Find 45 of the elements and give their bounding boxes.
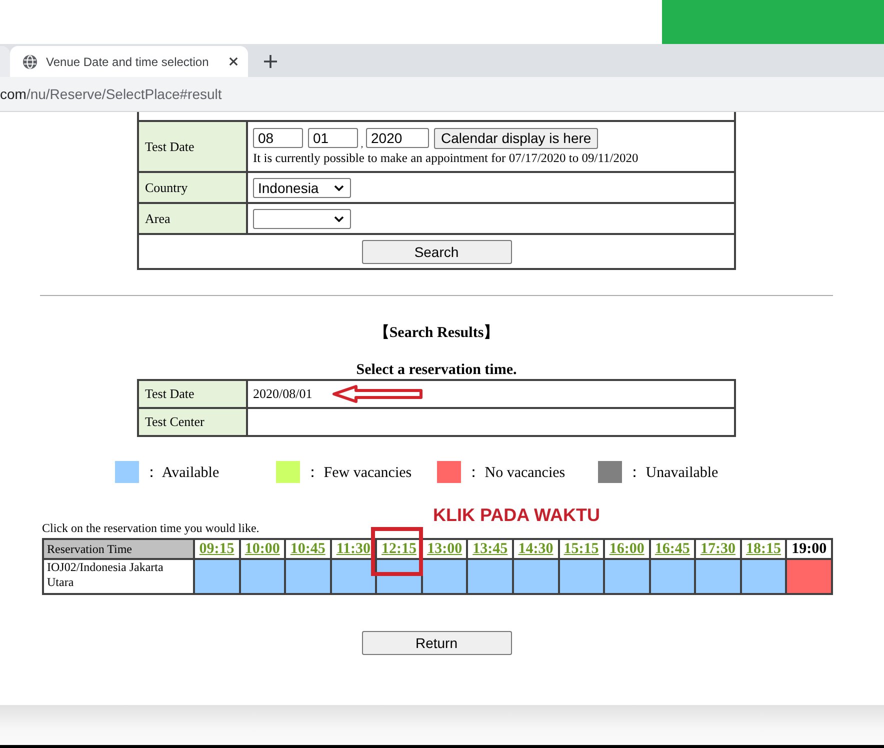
month-field[interactable]: 08	[253, 128, 303, 148]
dropdown-select[interactable]	[253, 208, 351, 228]
slot-cell[interactable]	[695, 559, 741, 594]
chevron-down-icon	[334, 184, 344, 190]
column-header: Reservation Time	[43, 539, 194, 559]
time-label: 19:00	[792, 541, 827, 557]
legend-label: ： Available	[144, 464, 220, 482]
callout-text: KLIK PADA WAKTU	[433, 505, 600, 526]
day-field[interactable]: 01	[308, 128, 358, 148]
close-icon[interactable]	[229, 57, 238, 66]
dropdown-select[interactable]: Indonesia	[253, 178, 351, 198]
field-label: Test Center	[138, 408, 247, 436]
instruction-text: Click on the reservation time you would like.	[42, 521, 260, 535]
date-range-note: It is currently possible to make an appointment for 07/17/2020 to 09/11/2020	[253, 150, 640, 166]
slot-cell[interactable]	[285, 559, 331, 594]
globe-icon	[23, 54, 37, 68]
return-button[interactable]: Return	[362, 631, 512, 655]
results-heading: 【Search Results】	[373, 324, 500, 342]
field-value: 2020/08/01	[253, 386, 312, 401]
chevron-down-icon	[334, 216, 344, 222]
slot-cell[interactable]	[240, 559, 286, 594]
slot-cell[interactable]	[604, 559, 650, 594]
results-subheading: Select a reservation time.	[355, 361, 518, 379]
field-label: Test Date	[138, 121, 247, 172]
field-label: Area	[138, 203, 247, 234]
address-bar[interactable]: com/nu/Reserve/SelectPlace#result	[0, 77, 884, 112]
field-label: Test Date	[138, 380, 247, 408]
slot-cell[interactable]	[512, 559, 558, 594]
field-label: Country	[138, 172, 247, 203]
new-tab-icon[interactable]	[264, 55, 277, 68]
legend-label: ： Unavailable	[627, 464, 718, 482]
browser-tab[interactable]: Venue Date and time selection	[10, 46, 248, 77]
date-separator: ,	[360, 138, 364, 148]
slot-cell[interactable]	[194, 559, 240, 594]
year-field[interactable]: 2020	[366, 128, 429, 148]
legend-label: ： Few vacancies	[305, 464, 412, 482]
calendar-button[interactable]: Calendar display is here	[434, 128, 598, 148]
venue-cell: IOJ02/Indonesia Jakarta Utara	[43, 559, 194, 594]
slot-cell[interactable]	[422, 559, 468, 594]
slot-cell[interactable]	[558, 559, 604, 594]
legend-label: ： No vacancies	[466, 464, 566, 482]
search-button[interactable]: Search	[362, 240, 512, 264]
slot-cell[interactable]	[740, 559, 786, 594]
slot-cell[interactable]	[650, 559, 696, 594]
slot-cell[interactable]	[467, 559, 513, 594]
